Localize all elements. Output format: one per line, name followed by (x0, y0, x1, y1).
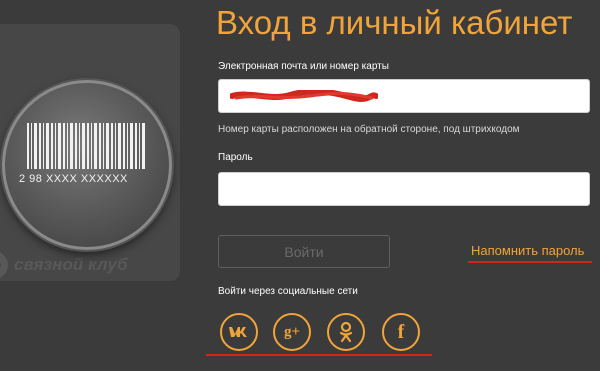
club-logo: связной клуб (0, 251, 128, 279)
password-label: Пароль (218, 152, 253, 163)
club-logo-text: связной клуб (14, 255, 128, 274)
odnoklassniki-icon[interactable] (327, 313, 365, 351)
email-field-wrap (218, 79, 590, 113)
card-number-hint: Номер карты расположен на обратной сторо… (218, 124, 520, 135)
email-field[interactable] (218, 79, 590, 113)
login-button[interactable]: Войти (218, 235, 390, 268)
barcode-number: 2 98 XXXX XXXXXX (19, 173, 128, 185)
club-logo-icon (0, 251, 8, 279)
social-login-label: Войти через социальные сети (218, 286, 358, 297)
facebook-icon[interactable]: f (382, 313, 420, 351)
social-annotation-underline (206, 354, 432, 356)
barcode-icon (27, 123, 147, 169)
remind-annotation-underline (468, 261, 592, 263)
page-title: Вход в личный кабинет (216, 4, 573, 41)
vk-icon[interactable] (220, 313, 258, 351)
email-label: Электронная почта или номер карты (218, 61, 389, 72)
magnifier-glass: 2 98 XXXX XXXXXX (2, 80, 172, 250)
google-plus-icon[interactable]: g+ (273, 313, 311, 351)
password-field[interactable] (218, 172, 590, 206)
remind-password-link[interactable]: Напомнить пароль (471, 243, 584, 258)
